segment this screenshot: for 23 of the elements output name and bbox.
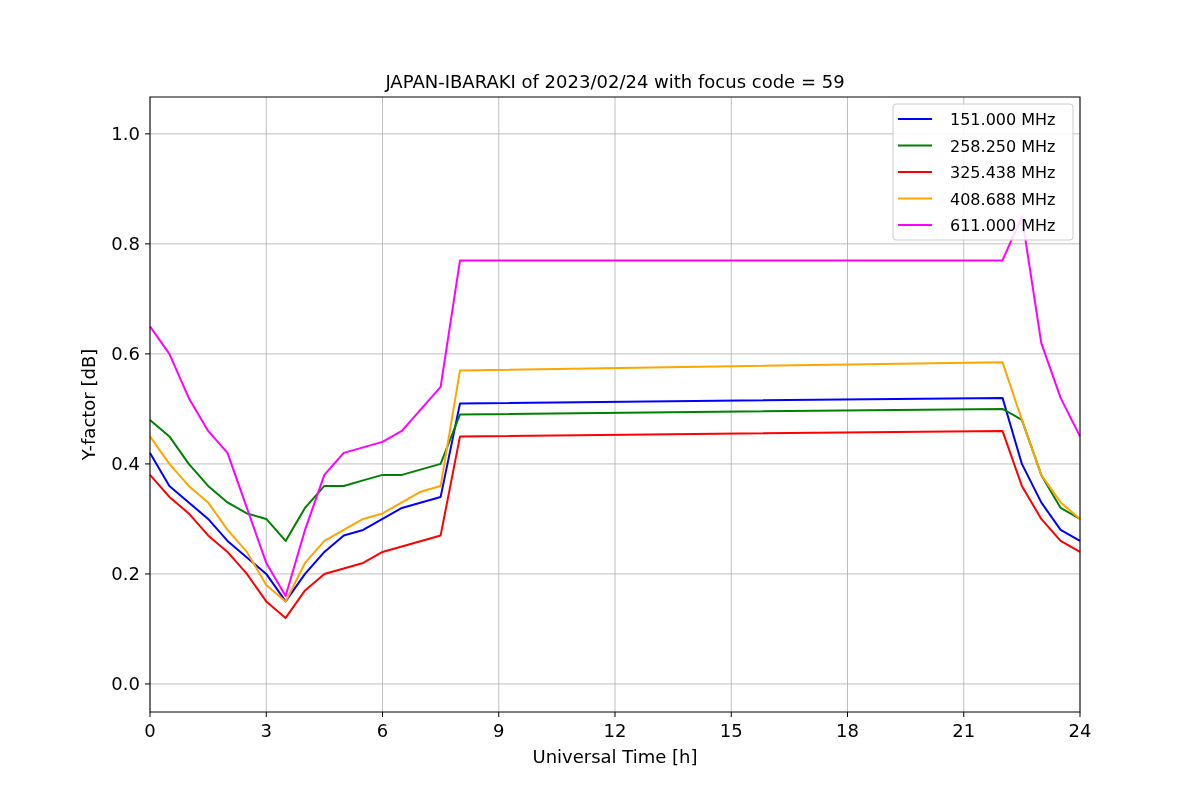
x-tick-label: 9	[493, 720, 505, 741]
legend-label: 151.000 MHz	[950, 110, 1056, 129]
x-tick-label: 18	[836, 720, 859, 741]
legend-label: 611.000 MHz	[950, 216, 1056, 235]
x-tick-label: 24	[1068, 720, 1092, 741]
y-tick-label: 0.0	[111, 672, 140, 694]
x-tick-label: 12	[603, 720, 627, 741]
y-tick-label: 1.0	[111, 122, 140, 144]
x-tick-label: 0	[144, 720, 156, 741]
y-tick-label: 0.6	[111, 342, 140, 364]
legend-label: 258.250 MHz	[950, 136, 1056, 156]
x-tick-label: 3	[260, 720, 272, 741]
y-tick-label: 0.4	[111, 452, 140, 474]
x-tick-label: 6	[376, 720, 389, 741]
x-axis-label: Universal Time [h]	[532, 746, 698, 767]
y-axis-label: Y-factor [dB]	[78, 348, 99, 461]
chart-title: JAPAN-IBARAKI of 2023/02/24 with focus code = 59	[385, 71, 845, 92]
y-tick-label: 0.2	[111, 562, 140, 584]
x-tick-label: 15	[719, 720, 743, 741]
y-tick-label: 0.8	[111, 232, 140, 254]
legend-label: 408.688 MHz	[950, 189, 1056, 209]
x-tick-label: 21	[952, 720, 976, 741]
legend-label: 325.438 MHz	[950, 163, 1056, 182]
